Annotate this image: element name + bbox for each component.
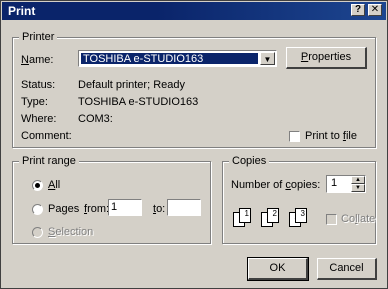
title-bar[interactable]: Print ? ✕ xyxy=(2,2,386,20)
dialog-title: Print xyxy=(8,4,36,18)
copies-spinner[interactable]: 1 ▲ ▼ xyxy=(326,175,366,193)
pages-radio[interactable] xyxy=(32,204,43,215)
type-value: TOSHIBA e-STUDIO163 xyxy=(78,96,199,108)
cancel-label: Cancel xyxy=(329,262,364,274)
status-value: Default printer; Ready xyxy=(78,79,185,91)
to-label: to: xyxy=(153,203,166,215)
to-input[interactable] xyxy=(167,199,201,216)
close-button[interactable]: ✕ xyxy=(368,4,382,16)
print-to-file-label[interactable]: Print to file xyxy=(305,129,357,143)
printer-name-select[interactable]: TOSHIBA e-STUDIO163 ▼ xyxy=(78,50,277,67)
from-label: from: xyxy=(84,203,110,215)
copies-value: 1 xyxy=(331,177,338,189)
printer-name-value: TOSHIBA e-STUDIO163 xyxy=(81,53,258,65)
collate-page: 1 xyxy=(239,208,251,223)
selection-label: Selection xyxy=(48,226,94,238)
print-to-file-checkbox[interactable] xyxy=(289,131,300,142)
comment-label: Comment: xyxy=(21,130,72,142)
spin-down-icon[interactable]: ▼ xyxy=(351,184,365,192)
all-radio[interactable] xyxy=(32,180,43,191)
name-label: Name: xyxy=(21,54,54,66)
print-range-group-label: Print range xyxy=(19,154,79,168)
copies-group: Copies xyxy=(222,154,376,244)
spin-up-icon[interactable]: ▲ xyxy=(351,176,365,184)
status-label: Status: xyxy=(21,79,56,91)
all-label[interactable]: All xyxy=(48,178,60,192)
properties-button[interactable]: Properties xyxy=(286,47,367,69)
chevron-down-icon[interactable]: ▼ xyxy=(260,52,275,65)
type-label: Type: xyxy=(21,96,48,108)
collate-checkbox[interactable] xyxy=(326,214,337,225)
number-of-copies-label: Number of copies: xyxy=(231,179,321,191)
ok-label: OK xyxy=(269,262,286,274)
collate-page: 3 xyxy=(295,208,307,223)
ok-button[interactable]: OK xyxy=(247,257,309,281)
close-icon: ✕ xyxy=(370,4,380,15)
radio-selected-dot xyxy=(35,183,40,188)
collate-label: Collate xyxy=(341,213,376,225)
printer-group-label: Printer xyxy=(19,30,58,44)
pages-label[interactable]: Pages xyxy=(48,202,79,216)
from-input[interactable]: 1 xyxy=(108,199,142,216)
copies-group-label: Copies xyxy=(229,154,270,168)
where-value: COM3: xyxy=(78,113,113,125)
selection-radio[interactable] xyxy=(32,227,43,238)
cancel-button[interactable]: Cancel xyxy=(317,258,377,280)
print-dialog: Print ? ✕ Printer Name: TOSHIBA e-STUDIO… xyxy=(0,0,388,289)
help-button[interactable]: ? xyxy=(351,4,365,16)
help-icon: ? xyxy=(354,4,362,15)
collate-page: 2 xyxy=(267,208,279,223)
where-label: Where: xyxy=(21,113,57,125)
properties-label: Properties xyxy=(300,51,352,63)
